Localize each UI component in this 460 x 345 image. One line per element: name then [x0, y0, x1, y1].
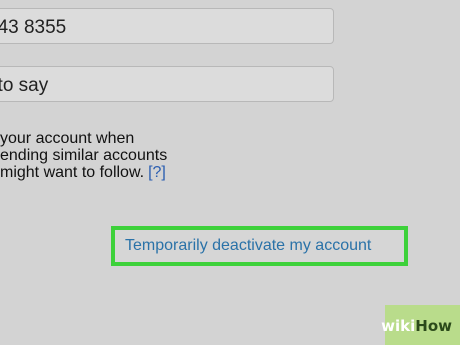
- gender-select-value: t to say: [0, 75, 49, 96]
- wikihow-watermark: wikiHow: [365, 305, 460, 345]
- description-line-3: might want to follow. [?]: [0, 164, 167, 181]
- account-suggestion-description: your account when ending similar account…: [0, 130, 167, 181]
- watermark-how: How: [415, 317, 452, 335]
- phone-number-value: 543 8355: [0, 17, 67, 38]
- deactivate-highlight-box: Temporarily deactivate my account: [111, 226, 408, 266]
- description-line-1: your account when: [0, 130, 135, 147]
- help-link[interactable]: [?]: [148, 164, 166, 181]
- description-line-2: ending similar accounts: [0, 147, 168, 164]
- watermark-wiki: wiki: [381, 317, 416, 335]
- description-line-3-text: might want to follow.: [0, 164, 145, 181]
- gender-select-field[interactable]: t to say: [0, 66, 334, 102]
- watermark-text: wikiHow: [381, 317, 452, 335]
- deactivate-account-link[interactable]: Temporarily deactivate my account: [125, 237, 371, 255]
- phone-number-field[interactable]: 543 8355: [0, 8, 334, 44]
